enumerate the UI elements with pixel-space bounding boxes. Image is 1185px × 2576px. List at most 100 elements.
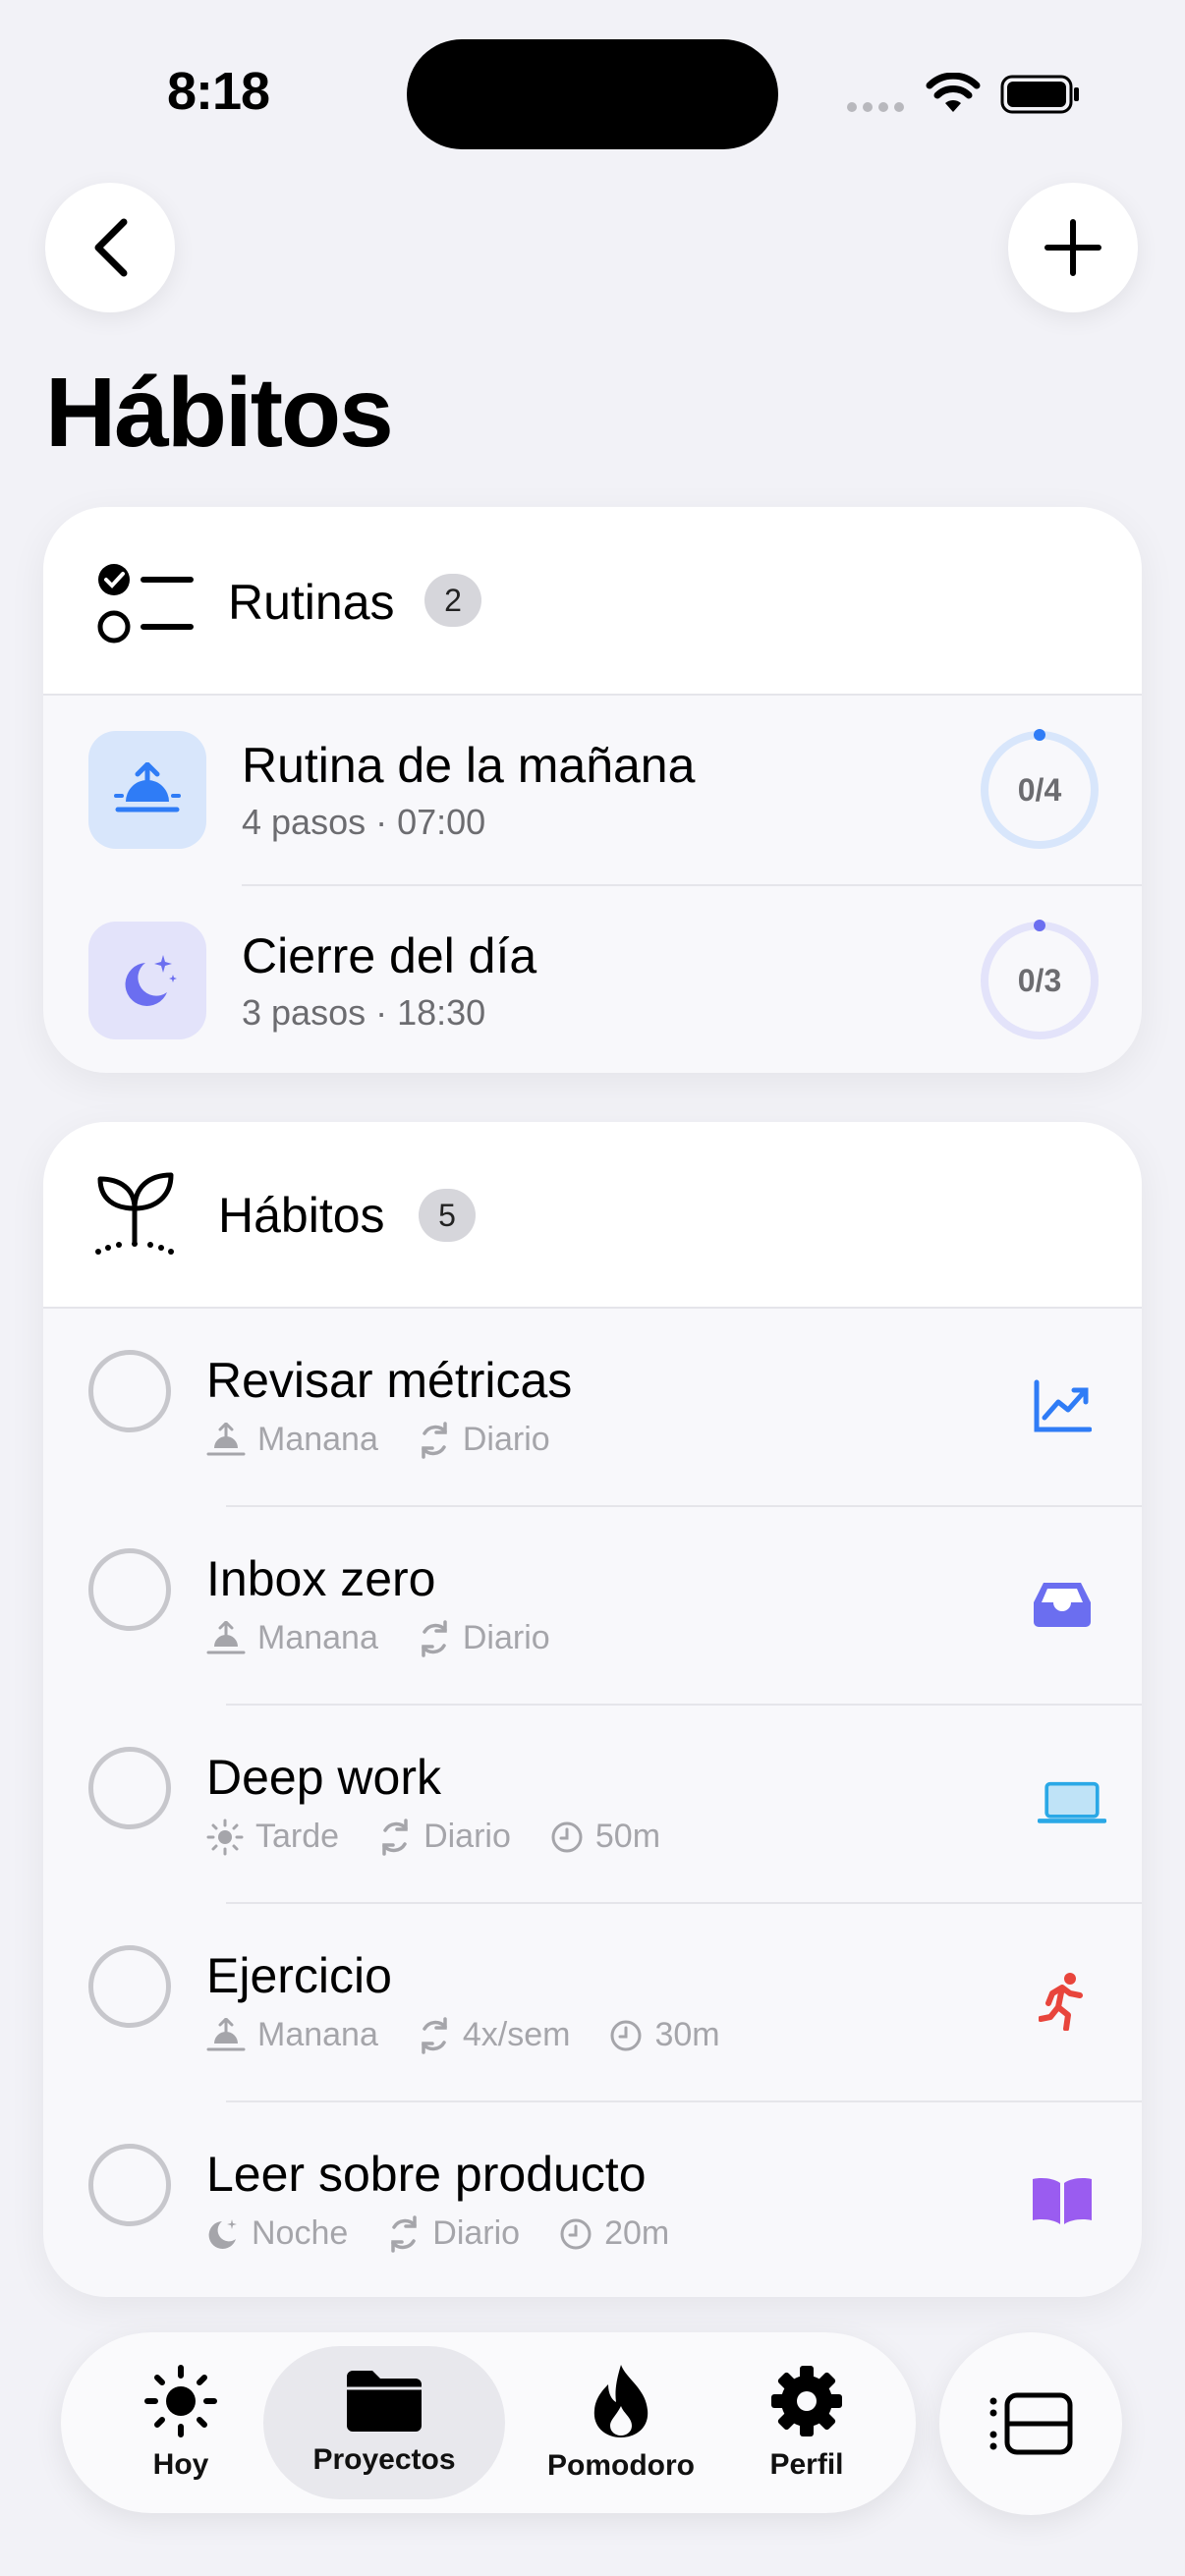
habit-name: Deep work <box>206 1750 441 1805</box>
back-button[interactable] <box>45 183 175 312</box>
sun-icon <box>206 1819 244 1855</box>
habit-row[interactable]: Leer sobre producto Noche Diario 20m <box>43 2102 1142 2297</box>
plus-icon <box>1044 219 1101 276</box>
routines-count-badge: 2 <box>424 574 481 627</box>
sunrise-icon <box>206 1422 246 1455</box>
habit-duration: 20m <box>604 2214 670 2252</box>
running-icon <box>1039 1973 1083 2031</box>
tab-label: Pomodoro <box>547 2449 695 2482</box>
clock-icon <box>610 2020 642 2050</box>
habit-meta: Noche Diario 20m <box>206 2214 708 2253</box>
tab-label: Hoy <box>152 2448 209 2481</box>
habit-checkbox[interactable] <box>88 2144 171 2226</box>
repeat-icon <box>422 2016 447 2054</box>
habit-icon <box>1038 1768 1106 1837</box>
routine-progress: 0/3 <box>977 918 1102 1043</box>
habit-checkbox[interactable] <box>88 1350 171 1432</box>
habit-meta: Manana Diario <box>206 1421 590 1459</box>
routine-progress: 0/4 <box>977 727 1102 853</box>
signal-icon <box>847 102 908 116</box>
habit-row[interactable]: Inbox zero Manana Diario <box>43 1507 1142 1706</box>
routine-row[interactable]: Cierre del día 3 pasos · 18:30 0/3 <box>43 886 1142 1073</box>
sunrise-icon <box>114 762 181 812</box>
page-title: Hábitos <box>45 358 394 468</box>
sunrise-icon <box>206 1620 246 1653</box>
habit-time-of-day: Noche <box>252 2214 349 2252</box>
habit-frequency: Diario <box>462 1421 550 1458</box>
habits-count-badge: 5 <box>419 1189 476 1242</box>
habit-duration: 30m <box>654 2016 720 2053</box>
routine-progress-text: 0/4 <box>1017 771 1062 808</box>
habit-checkbox[interactable] <box>88 1548 171 1631</box>
routine-progress-text: 0/3 <box>1017 962 1062 998</box>
routine-subtitle: 4 pasos · 07:00 <box>242 802 486 842</box>
habit-row[interactable]: Deep work Tarde Diario 50m <box>43 1706 1142 1904</box>
routine-row[interactable]: Rutina de la mañana 4 pasos · 07:00 0/4 <box>43 696 1142 886</box>
sprout-icon <box>95 1172 174 1255</box>
moon-icon <box>208 2218 237 2249</box>
sun-icon <box>144 2365 217 2437</box>
habit-icon <box>1028 1372 1097 1440</box>
repeat-icon <box>422 1619 447 1657</box>
tray-icon <box>1034 1583 1091 1627</box>
habit-name: Revisar métricas <box>206 1353 573 1408</box>
habit-meta: Manana Diario <box>206 1619 590 1657</box>
list-icon <box>989 2392 1073 2455</box>
sunrise-icon <box>206 2017 246 2050</box>
tab-hoy[interactable]: Hoy <box>120 2332 242 2513</box>
habit-frequency: Diario <box>423 1818 511 1855</box>
routine-subtitle: 3 pasos · 18:30 <box>242 992 486 1033</box>
habit-name: Leer sobre producto <box>206 2147 647 2202</box>
tab-bar: Hoy Proyectos Pomodoro Perfil <box>61 2332 916 2513</box>
routines-title: Rutinas <box>228 575 395 630</box>
routine-name: Cierre del día <box>242 928 537 983</box>
routine-name: Rutina de la mañana <box>242 738 696 793</box>
book-icon <box>1033 2178 1092 2224</box>
chevron-left-icon <box>94 218 128 277</box>
habit-icon <box>1028 1967 1097 2036</box>
list-view-button[interactable] <box>939 2332 1122 2515</box>
folder-icon <box>347 2371 422 2432</box>
tab-pomodoro[interactable]: Pomodoro <box>515 2332 727 2513</box>
habit-meta: Tarde Diario 50m <box>206 1818 700 1856</box>
chart-icon <box>1034 1379 1092 1432</box>
habit-checkbox[interactable] <box>88 1747 171 1829</box>
habit-name: Ejercicio <box>206 1948 392 2003</box>
habit-name: Inbox zero <box>206 1551 436 1606</box>
routine-icon <box>88 731 206 849</box>
repeat-icon <box>382 1818 408 1856</box>
add-button[interactable] <box>1008 183 1138 312</box>
habit-icon <box>1028 1570 1097 1639</box>
habit-row[interactable]: Revisar métricas Manana Diario <box>43 1309 1142 1507</box>
tab-perfil[interactable]: Perfil <box>737 2332 876 2513</box>
repeat-icon <box>391 2214 418 2253</box>
gear-icon <box>771 2366 842 2436</box>
habit-duration: 50m <box>594 1818 661 1855</box>
habits-title: Hábitos <box>218 1188 385 1243</box>
battery-icon <box>1000 75 1079 114</box>
habits-card: Hábitos 5 Revisar métricas Manana Diario <box>43 1122 1142 2297</box>
status-time: 8:18 <box>167 62 270 121</box>
habit-time-of-day: Manana <box>257 2016 378 2053</box>
tab-label: Perfil <box>769 2448 844 2481</box>
habit-icon <box>1028 2165 1097 2234</box>
habit-row[interactable]: Ejercicio Manana 4x/sem 30m <box>43 1904 1142 2102</box>
habit-frequency: Diario <box>462 1619 550 1656</box>
habit-time-of-day: Tarde <box>255 1818 340 1855</box>
habit-frequency: Diario <box>432 2214 521 2252</box>
wifi-icon <box>926 73 981 112</box>
clock-icon <box>560 2218 592 2249</box>
moon-stars-icon <box>125 955 177 1006</box>
habits-header: Hábitos 5 <box>43 1122 1142 1309</box>
checklist-icon <box>97 564 194 644</box>
habit-time-of-day: Manana <box>257 1619 378 1656</box>
tab-label: Proyectos <box>312 2443 456 2476</box>
routines-header: Rutinas 2 <box>43 507 1142 696</box>
routine-icon <box>88 922 206 1039</box>
routines-card: Rutinas 2 Rutina de la mañana 4 pasos · … <box>43 507 1142 1073</box>
flame-icon <box>593 2365 649 2437</box>
habit-checkbox[interactable] <box>88 1945 171 2028</box>
repeat-icon <box>422 1421 447 1459</box>
laptop-icon <box>1038 1781 1106 1823</box>
tab-proyectos[interactable]: Proyectos <box>263 2332 505 2513</box>
